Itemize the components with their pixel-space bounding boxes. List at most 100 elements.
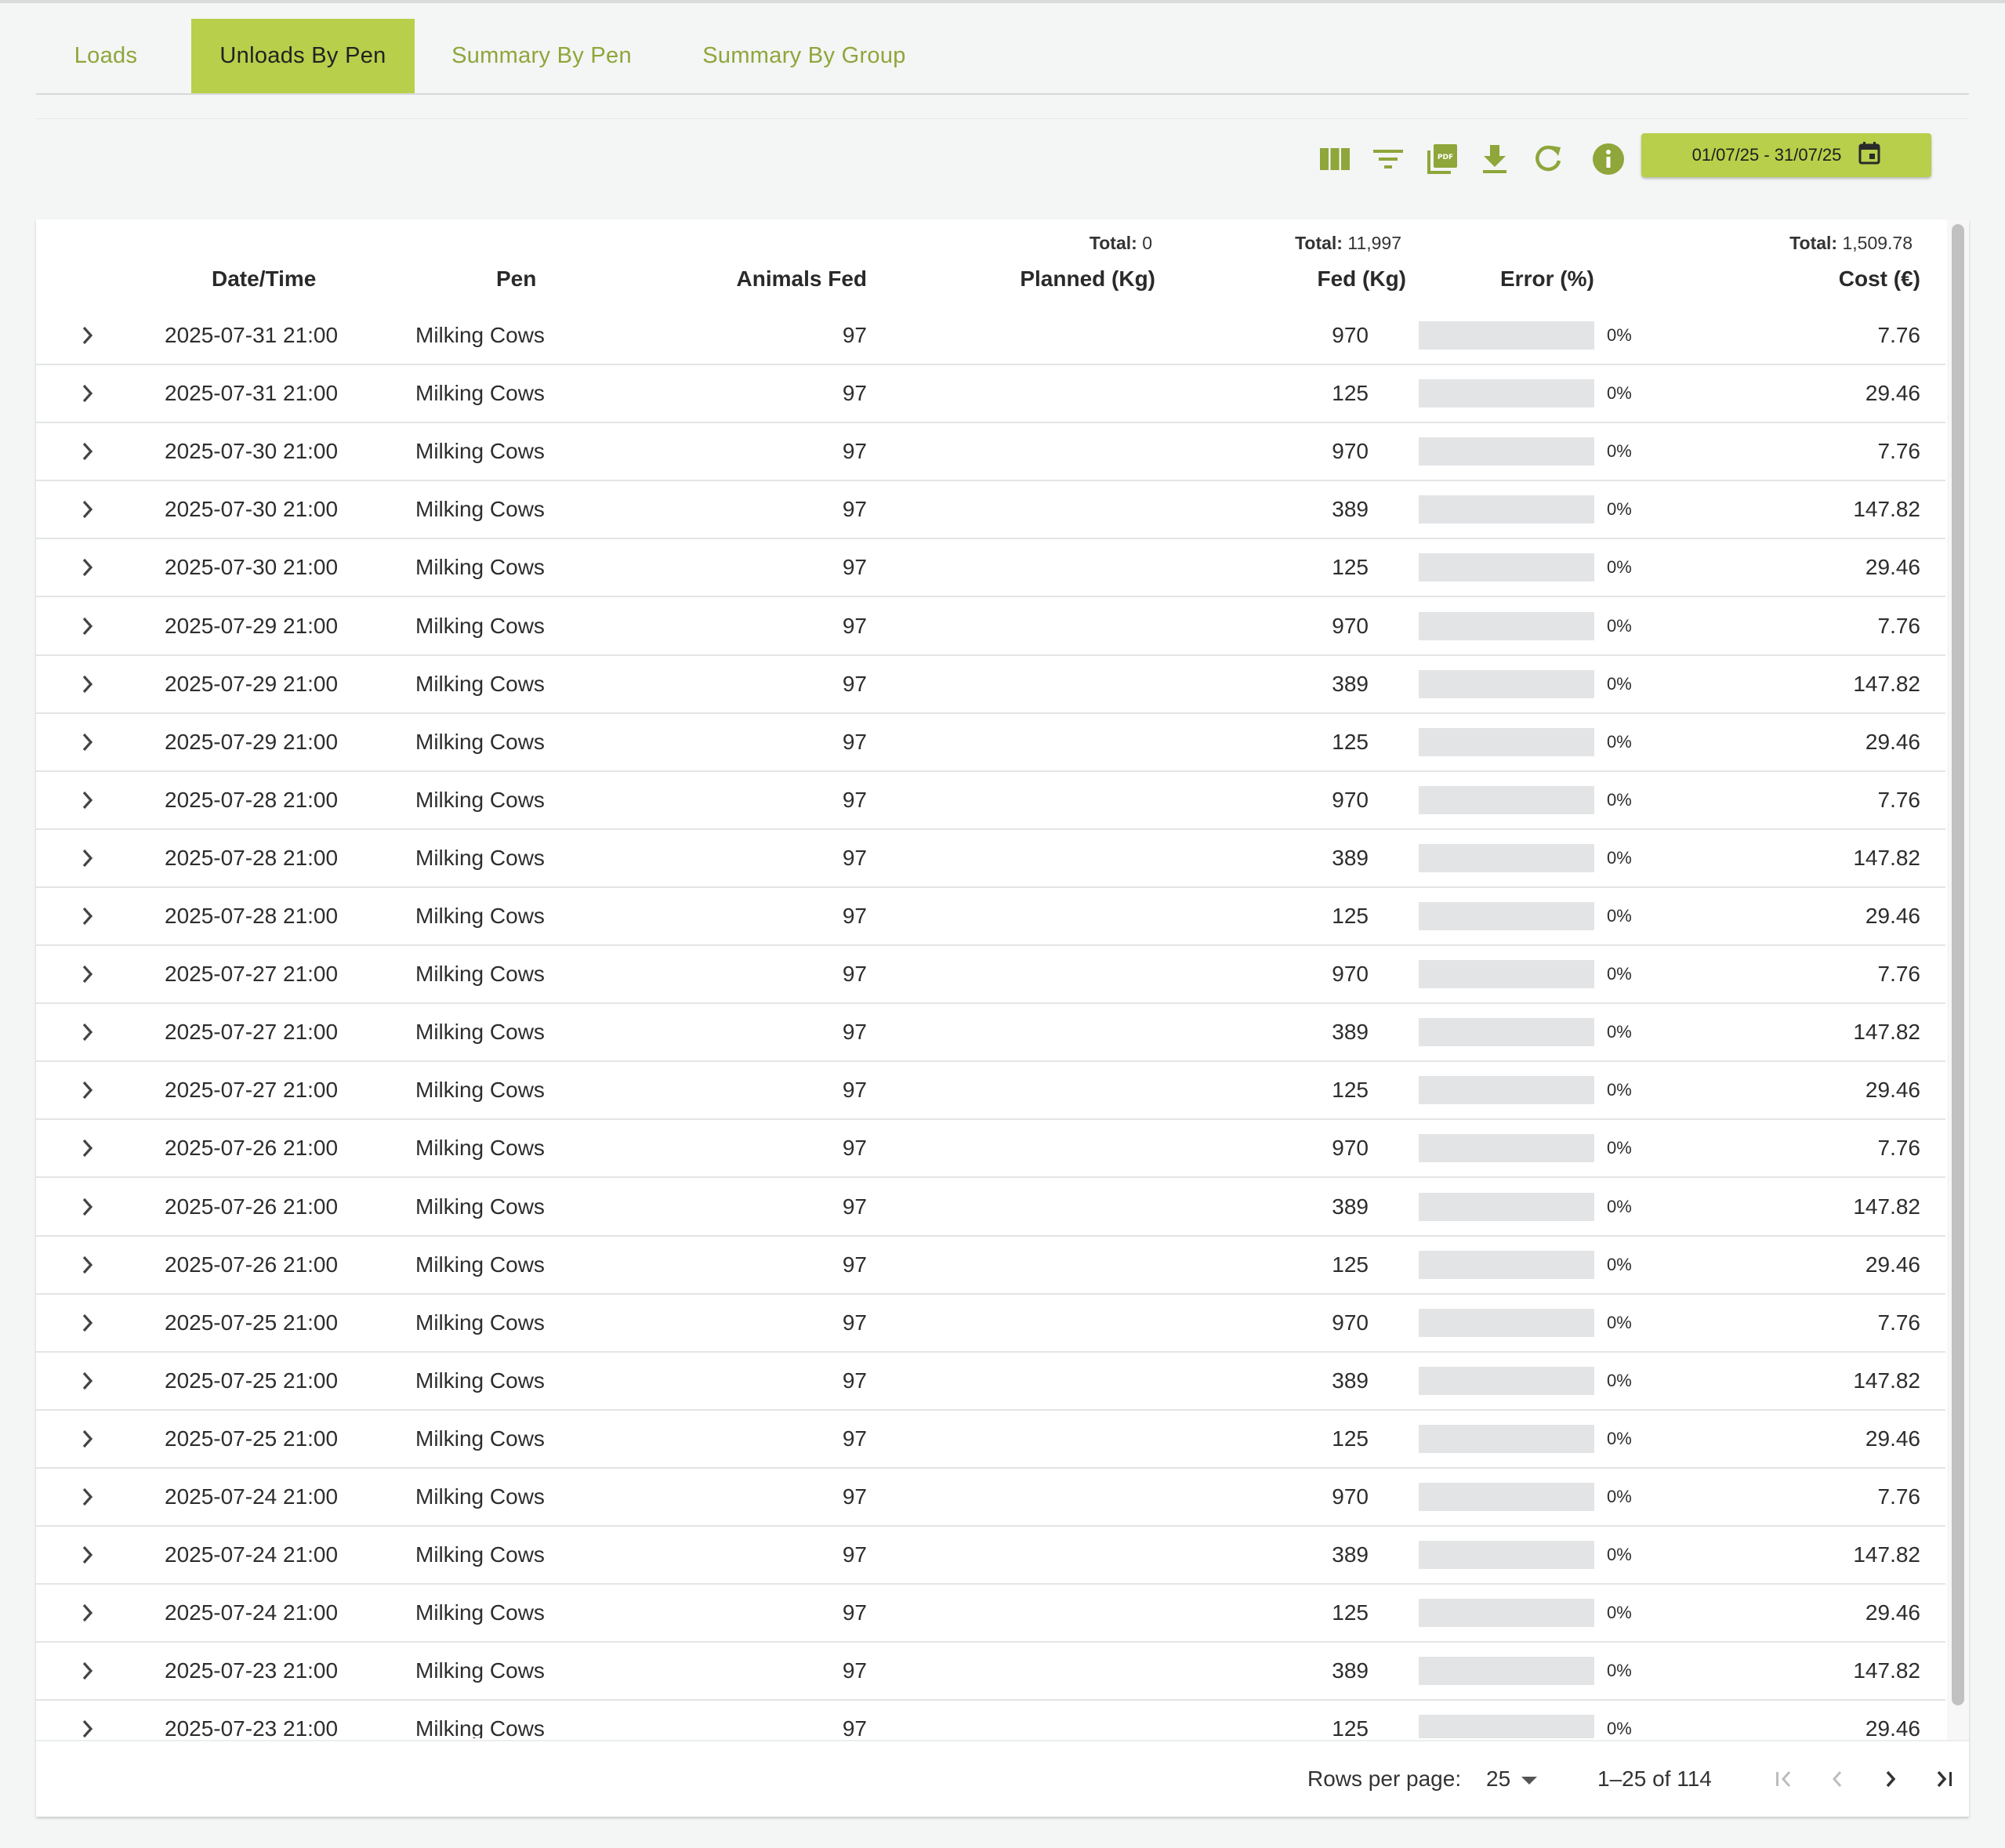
error-bar: [1419, 1237, 1594, 1293]
error-bar: [1419, 1701, 1594, 1738]
chevron-right-icon[interactable]: [74, 772, 102, 828]
tab-summary-by-pen[interactable]: Summary By Pen: [424, 19, 659, 93]
rows-per-page-select[interactable]: 25: [1486, 1741, 1538, 1817]
chevron-right-icon[interactable]: [74, 365, 102, 422]
table-row[interactable]: 2025-07-24 21:00 Milking Cows 97 389 0% 147.8…: [36, 1527, 1945, 1585]
error-bar: [1419, 365, 1594, 422]
header-pen[interactable]: Pen: [496, 266, 536, 292]
chevron-right-icon[interactable]: [74, 714, 102, 770]
table-row[interactable]: 2025-07-26 21:00 Milking Cows 97 125 0% 29.46: [36, 1237, 1945, 1295]
table-row[interactable]: 2025-07-26 21:00 Milking Cows 97 389 0% 147.8…: [36, 1179, 1945, 1237]
error-bar-track: [1419, 1076, 1594, 1105]
error-bar-track: [1419, 495, 1594, 524]
cell-fed: 125: [1332, 381, 1369, 406]
header-fed[interactable]: Fed (Kg): [1317, 266, 1406, 292]
chevron-right-icon[interactable]: [74, 1643, 102, 1699]
table-row[interactable]: 2025-07-24 21:00 Milking Cows 97 970 0% 7.76: [36, 1469, 1945, 1527]
first-page-icon[interactable]: [1765, 1760, 1803, 1798]
cell-datetime: 2025-07-27 21:00: [165, 962, 339, 987]
cell-fed: 970: [1332, 962, 1369, 987]
header-error[interactable]: Error (%): [1500, 266, 1594, 292]
table-row[interactable]: 2025-07-31 21:00 Milking Cows 97 125 0% 29.46: [36, 365, 1945, 424]
chevron-right-icon[interactable]: [74, 1237, 102, 1293]
download-icon[interactable]: [1477, 142, 1512, 176]
chevron-right-icon[interactable]: [74, 307, 102, 364]
table-row[interactable]: 2025-07-29 21:00 Milking Cows 97 970 0% 7.76: [36, 598, 1945, 656]
table-row[interactable]: 2025-07-26 21:00 Milking Cows 97 970 0% 7.76: [36, 1120, 1945, 1179]
chevron-right-icon[interactable]: [74, 888, 102, 944]
table-row[interactable]: 2025-07-28 21:00 Milking Cows 97 970 0% 7.76: [36, 772, 1945, 830]
chevron-right-icon[interactable]: [74, 1701, 102, 1738]
cell-animals-fed: 97: [842, 1716, 867, 1738]
table-row[interactable]: 2025-07-24 21:00 Milking Cows 97 125 0% 29.46: [36, 1585, 1945, 1643]
cell-error: 0%: [1607, 964, 1632, 984]
pagination-range: 1–25 of 114: [1597, 1766, 1712, 1791]
chevron-right-icon[interactable]: [74, 481, 102, 538]
cell-pen: Milking Cows: [415, 845, 545, 870]
table-row[interactable]: 2025-07-30 21:00 Milking Cows 97 970 0% 7.76: [36, 423, 1945, 482]
last-page-icon[interactable]: [1925, 1760, 1963, 1798]
tab-loads[interactable]: Loads: [36, 19, 176, 93]
tab-summary-by-group[interactable]: Summary By Group: [667, 19, 941, 93]
chevron-right-icon[interactable]: [74, 1469, 102, 1525]
table-row[interactable]: 2025-07-23 21:00 Milking Cows 97 125 0% 29.46: [36, 1701, 1945, 1738]
table-row[interactable]: 2025-07-29 21:00 Milking Cows 97 125 0% 29.46: [36, 714, 1945, 772]
scrollbar-thumb[interactable]: [1952, 224, 1964, 1705]
header-planned[interactable]: Planned (Kg): [1020, 266, 1155, 292]
chevron-right-icon[interactable]: [74, 830, 102, 886]
cell-animals-fed: 97: [842, 323, 867, 347]
table-row[interactable]: 2025-07-25 21:00 Milking Cows 97 970 0% 7.76: [36, 1295, 1945, 1353]
date-range-button[interactable]: 01/07/25 - 31/07/25: [1641, 133, 1931, 177]
table-row[interactable]: 2025-07-27 21:00 Milking Cows 97 970 0% 7.76: [36, 946, 1945, 1005]
table-row[interactable]: 2025-07-29 21:00 Milking Cows 97 389 0% 147.8…: [36, 656, 1945, 714]
chevron-right-icon[interactable]: [74, 1062, 102, 1118]
report-tabs: Loads Unloads By Pen Summary By Pen Summ…: [36, 19, 1969, 95]
table-row[interactable]: 2025-07-27 21:00 Milking Cows 97 125 0% 29.46: [36, 1062, 1945, 1121]
chevron-right-icon[interactable]: [74, 1004, 102, 1060]
chevron-right-icon[interactable]: [74, 1411, 102, 1467]
chevron-right-icon[interactable]: [74, 1179, 102, 1235]
cell-datetime: 2025-07-24 21:00: [165, 1600, 339, 1625]
chevron-right-icon[interactable]: [74, 1353, 102, 1409]
table-row[interactable]: 2025-07-31 21:00 Milking Cows 97 970 0% 7.76: [36, 307, 1945, 365]
table-row[interactable]: 2025-07-28 21:00 Milking Cows 97 389 0% 147.8…: [36, 830, 1945, 888]
table-row[interactable]: 2025-07-30 21:00 Milking Cows 97 389 0% 147.8…: [36, 481, 1945, 540]
cell-animals-fed: 97: [842, 1136, 867, 1161]
cell-datetime: 2025-07-28 21:00: [165, 787, 339, 812]
tab-unloads-by-pen[interactable]: Unloads By Pen: [191, 19, 415, 93]
chevron-right-icon[interactable]: [74, 946, 102, 1002]
header-cost[interactable]: Cost (€): [1839, 266, 1920, 292]
chevron-right-icon[interactable]: [74, 423, 102, 480]
chevron-right-icon[interactable]: [74, 656, 102, 712]
chevron-right-icon[interactable]: [74, 1585, 102, 1641]
table-header: Total: 0 Total: 11,997 Total: 1,509.78 D…: [36, 219, 1945, 307]
pdf-icon[interactable]: PDF: [1425, 142, 1459, 176]
table-row[interactable]: 2025-07-28 21:00 Milking Cows 97 125 0% 29.46: [36, 888, 1945, 946]
header-datetime[interactable]: Date/Time: [212, 266, 316, 292]
cell-error: 0%: [1607, 789, 1632, 810]
table-row[interactable]: 2025-07-25 21:00 Milking Cows 97 389 0% 147.8…: [36, 1353, 1945, 1411]
table-row[interactable]: 2025-07-27 21:00 Milking Cows 97 389 0% 147.8…: [36, 1004, 1945, 1063]
chevron-right-icon[interactable]: [74, 1527, 102, 1583]
cell-datetime: 2025-07-26 21:00: [165, 1252, 339, 1277]
cell-cost: 7.76: [1877, 323, 1921, 347]
chevron-right-icon[interactable]: [74, 598, 102, 654]
cell-datetime: 2025-07-25 21:00: [165, 1310, 339, 1335]
table-row[interactable]: 2025-07-25 21:00 Milking Cows 97 125 0% 29.46: [36, 1411, 1945, 1469]
error-bar-track: [1419, 1366, 1594, 1395]
info-icon[interactable]: [1591, 142, 1626, 176]
cell-fed: 389: [1332, 1368, 1369, 1393]
next-page-icon[interactable]: [1872, 1760, 1909, 1798]
table-row[interactable]: 2025-07-30 21:00 Milking Cows 97 125 0% 29.46: [36, 539, 1945, 598]
chevron-right-icon[interactable]: [74, 1120, 102, 1176]
chevron-right-icon[interactable]: [74, 539, 102, 596]
cell-error: 0%: [1607, 499, 1632, 520]
refresh-icon[interactable]: [1531, 142, 1565, 176]
filter-icon[interactable]: [1371, 142, 1405, 176]
previous-page-icon[interactable]: [1818, 1760, 1856, 1798]
header-animals-fed[interactable]: Animals Fed: [737, 266, 867, 292]
columns-icon[interactable]: [1318, 142, 1352, 176]
table-row[interactable]: 2025-07-23 21:00 Milking Cows 97 389 0% 147.8…: [36, 1643, 1945, 1701]
chevron-right-icon[interactable]: [74, 1295, 102, 1351]
error-bar-track: [1419, 669, 1594, 698]
